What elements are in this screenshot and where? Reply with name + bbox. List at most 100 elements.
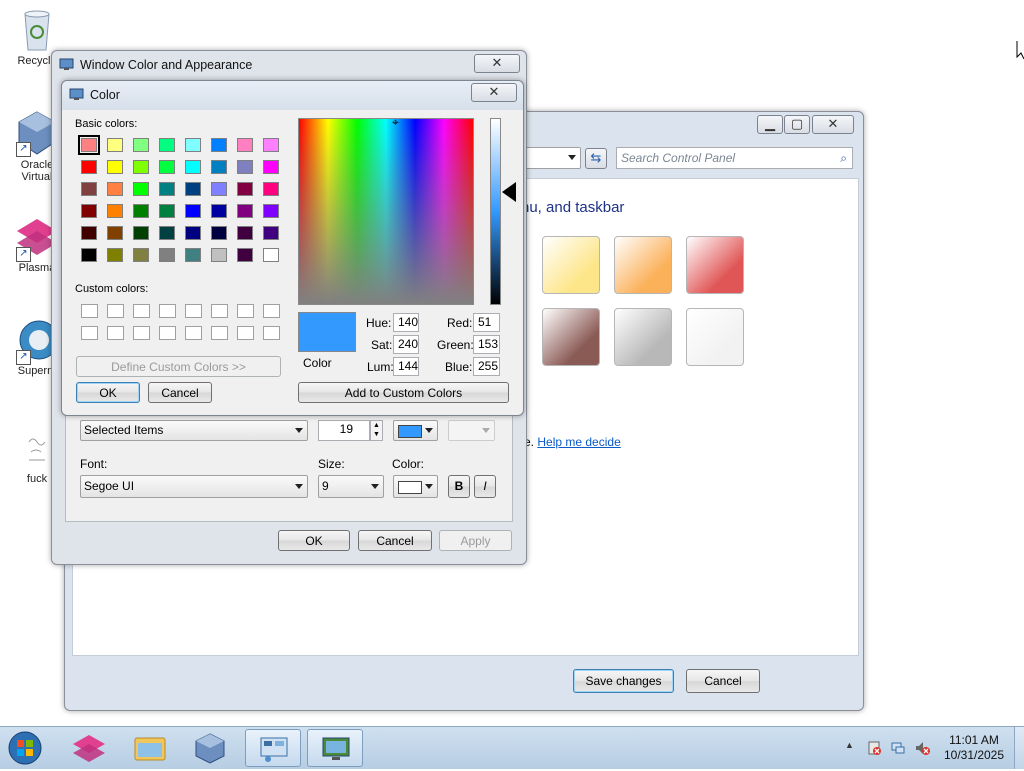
save-changes-button[interactable]: Save changes <box>573 669 674 693</box>
custom-color-swatch[interactable] <box>107 304 124 318</box>
basic-color-swatch[interactable] <box>237 226 253 240</box>
taskbar-control-panel[interactable] <box>245 729 301 767</box>
basic-color-swatch[interactable] <box>211 226 227 240</box>
custom-color-swatch[interactable] <box>81 304 98 318</box>
close-button[interactable]: ✕ <box>471 83 517 102</box>
custom-color-swatch[interactable] <box>211 326 228 340</box>
taskbar-display-settings[interactable] <box>307 729 363 767</box>
italic-button[interactable]: I <box>474 475 496 498</box>
show-desktop-button[interactable] <box>1014 727 1024 769</box>
basic-color-swatch[interactable] <box>185 248 201 262</box>
basic-color-swatch[interactable] <box>185 204 201 218</box>
control-panel-cancel-button[interactable]: Cancel <box>686 669 760 693</box>
sat-input[interactable]: 240 <box>393 335 419 354</box>
basic-color-swatch[interactable] <box>107 138 123 152</box>
custom-color-swatch[interactable] <box>107 326 124 340</box>
basic-color-swatch[interactable] <box>263 160 279 174</box>
color-spectrum[interactable] <box>298 118 474 305</box>
basic-color-swatch[interactable] <box>159 204 175 218</box>
basic-color-swatch[interactable] <box>81 204 97 218</box>
basic-color-swatch[interactable] <box>81 182 97 196</box>
refresh-button[interactable]: ⇆ <box>585 148 607 169</box>
maximize-button[interactable]: ▢ <box>784 115 810 134</box>
custom-color-swatch[interactable] <box>263 304 280 318</box>
item-dropdown[interactable]: Selected Items <box>80 420 308 441</box>
item-size-input[interactable]: 19 <box>318 420 370 441</box>
basic-color-swatch[interactable] <box>159 182 175 196</box>
basic-color-swatch[interactable] <box>185 226 201 240</box>
basic-color-swatch[interactable] <box>81 226 97 240</box>
volume-muted-icon[interactable] <box>914 740 930 756</box>
color-scheme-3[interactable] <box>686 236 744 294</box>
custom-color-swatch[interactable] <box>185 326 202 340</box>
basic-color-swatch[interactable] <box>133 138 149 152</box>
custom-color-swatch[interactable] <box>159 326 176 340</box>
basic-color-swatch[interactable] <box>133 182 149 196</box>
basic-color-swatch[interactable] <box>159 160 175 174</box>
basic-color-swatch[interactable] <box>81 160 97 174</box>
green-input[interactable]: 153 <box>473 335 500 354</box>
basic-color-swatch[interactable] <box>107 226 123 240</box>
minimize-button[interactable]: ▁ <box>757 115 783 134</box>
slider-arrow-icon[interactable] <box>502 182 516 202</box>
basic-color-swatch[interactable] <box>107 248 123 262</box>
basic-color-swatch[interactable] <box>263 182 279 196</box>
custom-color-swatch[interactable] <box>81 326 98 340</box>
color-scheme-6[interactable] <box>686 308 744 366</box>
custom-color-swatch[interactable] <box>237 304 254 318</box>
taskbar-virtualbox[interactable] <box>182 729 238 767</box>
basic-color-swatch[interactable] <box>211 182 227 196</box>
basic-color-swatch[interactable] <box>211 248 227 262</box>
basic-color-swatch[interactable] <box>133 226 149 240</box>
taskbar-plasma[interactable] <box>61 729 117 767</box>
custom-color-swatch[interactable] <box>133 326 150 340</box>
item-color-picker[interactable] <box>393 420 438 441</box>
font-dropdown[interactable]: Segoe UI <box>80 475 308 498</box>
lum-input[interactable]: 144 <box>393 357 419 376</box>
color-ok-button[interactable]: OK <box>76 382 140 403</box>
font-size-dropdown[interactable]: 9 <box>318 475 384 498</box>
basic-color-swatch[interactable] <box>133 248 149 262</box>
basic-color-swatch[interactable] <box>237 160 253 174</box>
custom-color-swatch[interactable] <box>159 304 176 318</box>
appearance-ok-button[interactable]: OK <box>278 530 350 551</box>
blue-input[interactable]: 255 <box>473 357 500 376</box>
show-hidden-icons-button[interactable]: ▲ <box>845 740 854 750</box>
custom-color-swatch[interactable] <box>211 304 228 318</box>
basic-color-swatch[interactable] <box>185 182 201 196</box>
basic-color-swatch[interactable] <box>237 138 253 152</box>
basic-color-swatch[interactable] <box>185 160 201 174</box>
basic-color-swatch[interactable] <box>237 204 253 218</box>
help-me-decide-link[interactable]: Help me decide <box>537 435 620 449</box>
basic-color-swatch[interactable] <box>78 135 100 155</box>
luminosity-slider[interactable] <box>490 118 501 305</box>
taskbar-explorer[interactable] <box>122 729 178 767</box>
custom-color-swatch[interactable] <box>237 326 254 340</box>
add-to-custom-colors-button[interactable]: Add to Custom Colors <box>298 382 509 403</box>
color-scheme-2[interactable] <box>614 236 672 294</box>
basic-color-swatch[interactable] <box>211 160 227 174</box>
clock[interactable]: 11:01 AM 10/31/2025 <box>934 733 1014 763</box>
start-button[interactable] <box>6 730 44 766</box>
basic-color-swatch[interactable] <box>133 160 149 174</box>
basic-color-swatch[interactable] <box>107 204 123 218</box>
basic-color-swatch[interactable] <box>159 226 175 240</box>
basic-color-swatch[interactable] <box>133 204 149 218</box>
color-cancel-button[interactable]: Cancel <box>148 382 212 403</box>
basic-color-swatch[interactable] <box>107 182 123 196</box>
basic-color-swatch[interactable] <box>107 160 123 174</box>
basic-color-swatch[interactable] <box>159 138 175 152</box>
red-input[interactable]: 51 <box>473 313 500 332</box>
custom-color-swatch[interactable] <box>133 304 150 318</box>
basic-color-swatch[interactable] <box>237 182 253 196</box>
basic-color-swatch[interactable] <box>263 248 279 262</box>
basic-color-swatch[interactable] <box>237 248 253 262</box>
basic-color-swatch[interactable] <box>185 138 201 152</box>
basic-color-swatch[interactable] <box>159 248 175 262</box>
font-color-picker[interactable] <box>393 475 438 498</box>
basic-color-swatch[interactable] <box>81 248 97 262</box>
custom-color-swatch[interactable] <box>263 326 280 340</box>
network-icon[interactable] <box>890 740 906 756</box>
color-scheme-5[interactable] <box>614 308 672 366</box>
close-button[interactable]: ✕ <box>474 54 520 73</box>
